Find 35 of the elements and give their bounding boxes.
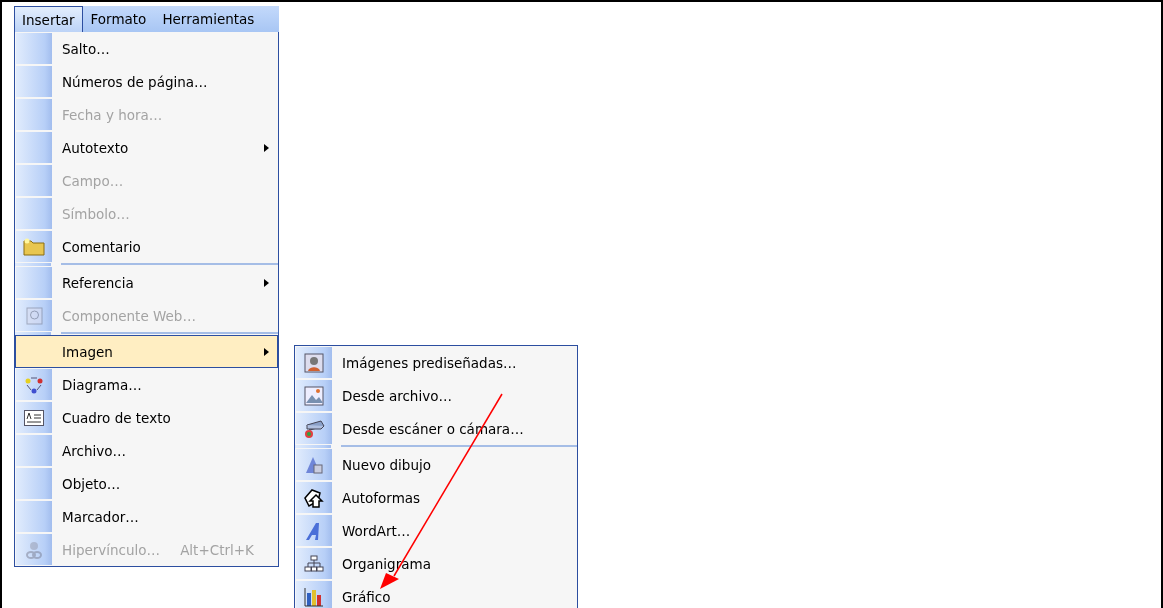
scanner-icon bbox=[303, 418, 325, 439]
link-icon bbox=[24, 539, 44, 560]
bar-chart-icon bbox=[304, 586, 324, 607]
submenu-arrow-icon bbox=[264, 347, 269, 356]
menu-item[interactable]: Autoformas bbox=[295, 481, 577, 514]
menu-item[interactable]: Salto… bbox=[15, 32, 278, 65]
org-chart-icon bbox=[304, 554, 324, 573]
menu-item[interactable]: Números de página… bbox=[15, 65, 278, 98]
menu-bar-item[interactable]: Insertar bbox=[14, 6, 83, 32]
menu-item[interactable]: Archivo… bbox=[15, 434, 278, 467]
menu-item[interactable]: Marcador… bbox=[15, 500, 278, 533]
text-box-icon bbox=[24, 409, 44, 426]
menu-item[interactable]: Diagrama… bbox=[15, 368, 278, 401]
submenu-arrow-icon bbox=[264, 143, 269, 152]
menu-item[interactable]: Cuadro de texto bbox=[15, 401, 278, 434]
folder-icon bbox=[23, 237, 45, 256]
autoshapes-icon bbox=[303, 487, 325, 508]
person-icon bbox=[304, 352, 324, 373]
menu-item[interactable]: WordArt… bbox=[295, 514, 577, 547]
menu-item[interactable]: Autotexto bbox=[15, 131, 278, 164]
menu-bar-item[interactable]: Herramientas bbox=[154, 6, 263, 32]
submenu-arrow-icon bbox=[264, 278, 269, 287]
menu-item[interactable]: Comentario bbox=[15, 230, 278, 263]
menu-item[interactable]: Gráfico bbox=[295, 580, 577, 608]
menu-bar-item[interactable]: Formato bbox=[82, 6, 155, 32]
menu-item[interactable]: Nuevo dibujo bbox=[295, 448, 577, 481]
menu-item[interactable]: Desde archivo… bbox=[295, 379, 577, 412]
web-page-icon bbox=[24, 305, 44, 326]
menu-item[interactable]: Imagen bbox=[15, 335, 278, 368]
menu-item[interactable]: Objeto… bbox=[15, 467, 278, 500]
menu-item[interactable]: Imágenes prediseñadas… bbox=[295, 346, 577, 379]
shortcut-text: Alt+Ctrl+K bbox=[180, 541, 254, 558]
picture-icon bbox=[304, 385, 324, 406]
diagram-icon bbox=[24, 374, 44, 395]
menu-item[interactable]: Referencia bbox=[15, 266, 278, 299]
